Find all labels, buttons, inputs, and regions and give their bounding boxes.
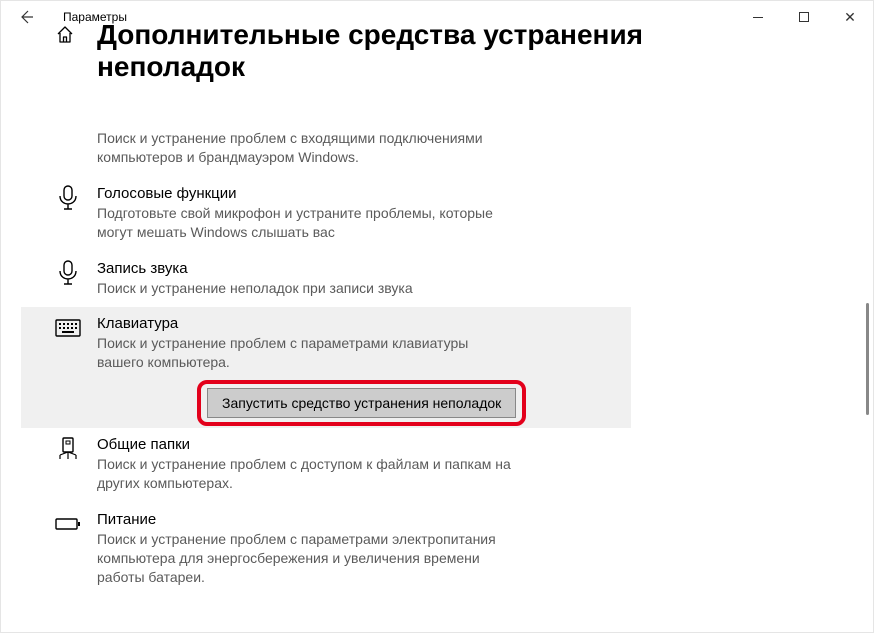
troubleshooter-label: Клавиатура [97,315,555,332]
run-troubleshooter-button[interactable]: Запустить средство устранения неполадок [207,388,516,418]
home-icon [55,25,75,45]
microphone-icon [55,185,81,211]
page-title: Дополнительные средства устранения непол… [97,19,657,83]
home-button[interactable] [55,25,77,47]
microphone-icon [55,260,81,286]
troubleshooter-desc: Поиск и устранение проблем с параметрами… [97,530,517,587]
arrow-left-icon [18,9,34,25]
troubleshooter-voice[interactable]: Голосовые функции Подготовьте свой микро… [21,177,631,252]
troubleshooter-label: Питание [97,511,555,528]
troubleshooter-label: Голосовые функции [97,185,555,202]
scrollbar-thumb[interactable] [866,303,869,415]
troubleshooter-label: Общие папки [97,436,555,453]
troubleshooter-list: Поиск и устранение проблем с входящими п… [21,81,853,632]
battery-icon [55,511,81,537]
close-button[interactable]: ✕ [827,1,873,33]
window-controls: ✕ [735,1,873,33]
troubleshooter-incoming-connections[interactable]: Поиск и устранение проблем с входящими п… [21,81,631,177]
troubleshooter-recording[interactable]: Запись звука Поиск и устранение неполадо… [21,252,631,308]
troubleshooter-label: Запись звука [97,260,555,277]
maximize-button[interactable] [781,1,827,33]
settings-window: Параметры ✕ Дополнительные средства устр… [0,0,874,633]
shared-folder-icon [55,436,81,462]
troubleshooter-desc: Поиск и устранение неполадок при записи … [97,279,517,298]
troubleshooter-power[interactable]: Питание Поиск и устранение проблем с пар… [21,503,631,597]
troubleshooter-desc: Поиск и устранение проблем с доступом к … [97,455,517,493]
troubleshooter-desc: Подготовьте свой микрофон и устраните пр… [97,204,517,242]
troubleshooter-desc: Поиск и устранение проблем с параметрами… [97,334,517,372]
minimize-button[interactable] [735,1,781,33]
back-button[interactable] [11,9,41,25]
troubleshooter-desc: Поиск и устранение проблем с входящими п… [97,129,517,167]
keyboard-icon [55,315,81,341]
troubleshooter-shared-folders[interactable]: Общие папки Поиск и устранение проблем с… [21,428,631,503]
troubleshooter-keyboard[interactable]: Клавиатура Поиск и устранение проблем с … [21,307,631,428]
